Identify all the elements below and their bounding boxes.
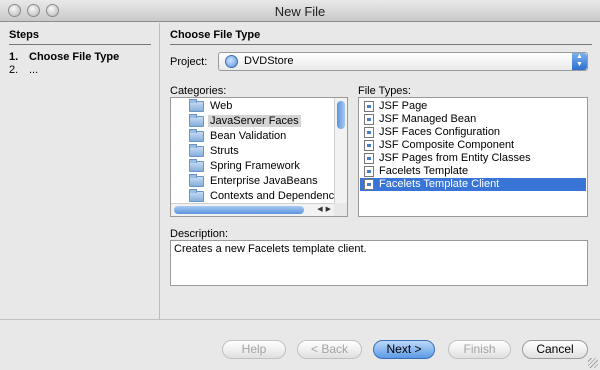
folder-icon — [189, 114, 204, 127]
category-label: Contexts and Dependency — [210, 190, 340, 202]
file-type-label: JSF Managed Bean — [379, 113, 477, 125]
file-icon — [364, 101, 374, 112]
file-type-item-jsf-faces-configuration[interactable]: JSF Faces Configuration — [360, 126, 586, 139]
file-type-label: Facelets Template — [379, 165, 469, 177]
step-item-next: 2.... — [9, 64, 38, 76]
scroll-corner — [334, 203, 347, 216]
category-label: Enterprise JavaBeans — [210, 175, 318, 187]
file-icon — [364, 140, 374, 151]
steps-heading: Steps — [9, 29, 39, 41]
step-number: 1. — [9, 51, 19, 63]
globe-icon — [225, 55, 238, 68]
categories-list[interactable]: Web JavaServer Faces Bean Validation Str… — [170, 97, 348, 217]
project-select-value: DVDStore — [244, 55, 294, 67]
category-label: Bean Validation — [210, 130, 287, 142]
folder-icon — [189, 189, 204, 202]
category-label: Struts — [210, 145, 239, 157]
file-type-label: JSF Faces Configuration — [379, 126, 501, 138]
cancel-button[interactable]: Cancel — [522, 340, 588, 359]
step-item-choose-file-type: 1. Choose File Type — [9, 51, 119, 63]
xml-file-icon — [364, 127, 374, 138]
steps-pane: Steps 1. Choose File Type 2.... — [0, 23, 160, 319]
help-button[interactable]: Help — [222, 340, 286, 359]
resize-grip-icon[interactable] — [588, 358, 598, 368]
file-types-list[interactable]: JSF Page JSF Managed Bean JSF Faces Conf… — [358, 97, 588, 217]
button-bar-divider — [0, 319, 600, 320]
category-label: Spring Framework — [210, 160, 300, 172]
description-text: Creates a new Facelets template client. — [174, 243, 367, 255]
project-select[interactable]: DVDStore ▲ ▼ — [218, 52, 588, 71]
scroll-arrows-icon[interactable]: ◀▶ — [317, 205, 334, 213]
step-number: 2. — [9, 64, 19, 76]
categories-label: Categories: — [170, 85, 227, 97]
panel-heading: Choose File Type — [170, 29, 261, 41]
window-title: New File — [274, 4, 326, 19]
description-box: Creates a new Facelets template client. — [170, 240, 588, 286]
folder-icon — [189, 159, 204, 172]
steps-divider — [9, 44, 151, 45]
panel-heading-divider — [170, 44, 592, 45]
categories-horizontal-scrollbar[interactable]: ◀▶ — [171, 203, 336, 216]
project-label: Project: — [170, 56, 208, 68]
file-type-item-jsf-page[interactable]: JSF Page — [360, 100, 586, 113]
folder-icon — [189, 174, 204, 187]
folder-icon — [189, 144, 204, 157]
file-types-label: File Types: — [358, 85, 411, 97]
file-type-item-jsf-managed-bean[interactable]: JSF Managed Bean — [360, 113, 586, 126]
new-file-dialog: New File Steps 1. Choose File Type 2.... … — [0, 0, 600, 370]
scroll-thumb[interactable] — [337, 101, 345, 129]
file-type-label: JSF Page — [379, 100, 428, 112]
file-type-item-facelets-template-client[interactable]: Facelets Template Client — [360, 178, 586, 191]
folder-icon — [189, 129, 204, 142]
file-type-label: Facelets Template Client — [379, 178, 500, 190]
file-icon — [364, 153, 374, 164]
next-button[interactable]: Next > — [373, 340, 435, 359]
file-type-label: JSF Pages from Entity Classes — [379, 152, 531, 164]
file-icon — [364, 166, 374, 177]
folder-icon — [189, 99, 204, 112]
description-label: Description: — [170, 228, 229, 240]
step-label: ... — [29, 64, 39, 76]
step-label: Choose File Type — [29, 51, 120, 63]
file-type-item-facelets-template[interactable]: Facelets Template — [360, 165, 586, 178]
back-button[interactable]: < Back — [297, 340, 362, 359]
category-label: Web — [210, 100, 233, 112]
finish-button[interactable]: Finish — [448, 340, 511, 359]
bean-file-icon — [364, 114, 374, 125]
file-type-label: JSF Composite Component — [379, 139, 515, 151]
category-label: JavaServer Faces — [208, 115, 301, 127]
file-type-item-jsf-composite-component[interactable]: JSF Composite Component — [360, 139, 586, 152]
title-bar[interactable]: New File — [0, 0, 600, 22]
categories-vertical-scrollbar[interactable] — [334, 98, 347, 204]
file-icon — [364, 179, 374, 190]
select-arrows-icon[interactable]: ▲ ▼ — [572, 53, 587, 70]
file-type-item-jsf-pages-from-entity-classes[interactable]: JSF Pages from Entity Classes — [360, 152, 586, 165]
scroll-thumb[interactable] — [174, 206, 304, 214]
